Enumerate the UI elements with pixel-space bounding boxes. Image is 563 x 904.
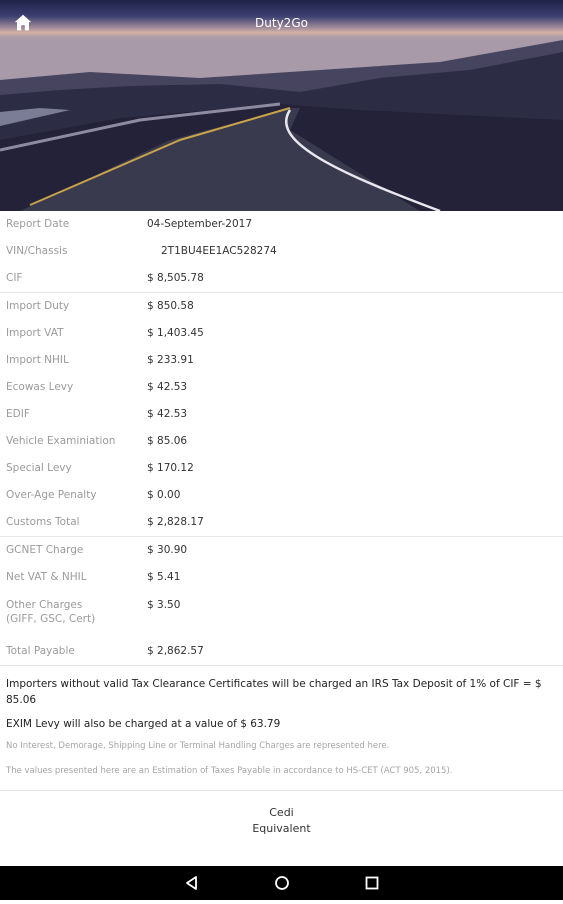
charges-section: GCNET Charge $ 30.90 Net VAT & NHIL $ 5.… (0, 537, 563, 665)
cedi-equivalent-button[interactable]: Cedi Equivalent (0, 790, 563, 867)
duty-row: Ecowas Levy $ 42.53 (0, 374, 563, 401)
charge-row: Other Charges (GIFF, GSC, Cert) $ 3.50 (0, 591, 563, 638)
cif-label: CIF (6, 272, 23, 284)
road-landscape-image (0, 0, 563, 211)
report-info-section: Report Date 04-September-2017 VIN/Chassi… (0, 211, 563, 292)
import-vat-label: Import VAT (6, 327, 64, 339)
customs-total-label: Customs Total (6, 516, 80, 528)
report-row: VIN/Chassis 2T1BU4EE1AC528274 (0, 238, 563, 265)
home-nav-button[interactable] (265, 866, 299, 900)
gcnet-charge-label: GCNET Charge (6, 544, 84, 556)
recents-button[interactable] (355, 866, 389, 900)
duty-row: Import VAT $ 1,403.45 (0, 320, 563, 347)
header-banner: Duty2Go (0, 0, 563, 211)
vin-label: VIN/Chassis (6, 245, 68, 257)
charge-row: Net VAT & NHIL $ 5.41 (0, 564, 563, 591)
duty-row: Special Levy $ 170.12 (0, 455, 563, 482)
report-row: Report Date 04-September-2017 (0, 211, 563, 238)
report-date-value: 04-September-2017 (147, 218, 253, 230)
disclaimer-estimation: The values presented here are an Estimat… (6, 766, 453, 776)
import-nhil-value: $ 233.91 (147, 354, 194, 366)
duty-row: Customs Total $ 2,828.17 (0, 509, 563, 536)
ecowas-levy-label: Ecowas Levy (6, 381, 74, 393)
over-age-penalty-value: $ 0.00 (147, 489, 181, 501)
home-circle-icon (275, 876, 289, 890)
other-charges-label: Other Charges (GIFF, GSC, Cert) (6, 598, 95, 626)
customs-total-value: $ 2,828.17 (147, 516, 204, 528)
duty-row: Import NHIL $ 233.91 (0, 347, 563, 374)
vehicle-examination-value: $ 85.06 (147, 435, 188, 447)
total-payable-value: $ 2,862.57 (147, 645, 204, 657)
import-duty-label: Import Duty (6, 300, 70, 312)
report-content: Report Date 04-September-2017 VIN/Chassi… (0, 211, 563, 790)
import-duty-value: $ 850.58 (147, 300, 194, 312)
cif-value: $ 8,505.78 (147, 272, 204, 284)
duty-row: Over-Age Penalty $ 0.00 (0, 482, 563, 509)
over-age-penalty-label: Over-Age Penalty (6, 489, 97, 501)
edif-value: $ 42.53 (147, 408, 188, 420)
special-levy-value: $ 170.12 (147, 462, 194, 474)
gcnet-charge-value: $ 30.90 (147, 544, 188, 556)
app-title: Duty2Go (255, 16, 308, 30)
report-row: CIF $ 8,505.78 (0, 265, 563, 292)
vehicle-examination-label: Vehicle Examiniation (6, 435, 116, 447)
report-date-label: Report Date (6, 218, 70, 230)
duties-section: Import Duty $ 850.58 Import VAT $ 1,403.… (0, 293, 563, 536)
other-charges-subtitle: (GIFF, GSC, Cert) (6, 613, 96, 625)
back-icon (186, 876, 197, 890)
recents-icon (365, 876, 379, 890)
special-levy-label: Special Levy (6, 462, 72, 474)
equivalent-label: Equivalent (252, 822, 311, 835)
notes-section: Importers without valid Tax Clearance Ce… (0, 666, 563, 777)
net-vat-nhil-label: Net VAT & NHIL (6, 571, 87, 583)
total-payable-label: Total Payable (6, 645, 75, 657)
charge-row: Total Payable $ 2,862.57 (0, 638, 563, 665)
cedi-label: Cedi (269, 806, 294, 819)
system-navigation-bar (0, 866, 563, 900)
disclaimer-charges: No Interest, Demorage, Shipping Line or … (6, 741, 390, 751)
duty-row: Import Duty $ 850.58 (0, 293, 563, 320)
back-button[interactable] (175, 866, 209, 900)
charge-row: GCNET Charge $ 30.90 (0, 537, 563, 564)
net-vat-nhil-value: $ 5.41 (147, 571, 181, 583)
duty-row: Vehicle Examiniation $ 85.06 (0, 428, 563, 455)
other-charges-value: $ 3.50 (147, 599, 181, 611)
irs-deposit-note: Importers without valid Tax Clearance Ce… (6, 678, 542, 706)
duty-row: EDIF $ 42.53 (0, 401, 563, 428)
exim-levy-note: EXIM Levy will also be charged at a valu… (6, 718, 281, 730)
import-vat-value: $ 1,403.45 (147, 327, 204, 339)
import-nhil-label: Import NHIL (6, 354, 69, 366)
edif-label: EDIF (6, 408, 30, 420)
vin-value: 2T1BU4EE1AC528274 (161, 245, 277, 257)
other-charges-title: Other Charges (6, 599, 83, 611)
ecowas-levy-value: $ 42.53 (147, 381, 188, 393)
